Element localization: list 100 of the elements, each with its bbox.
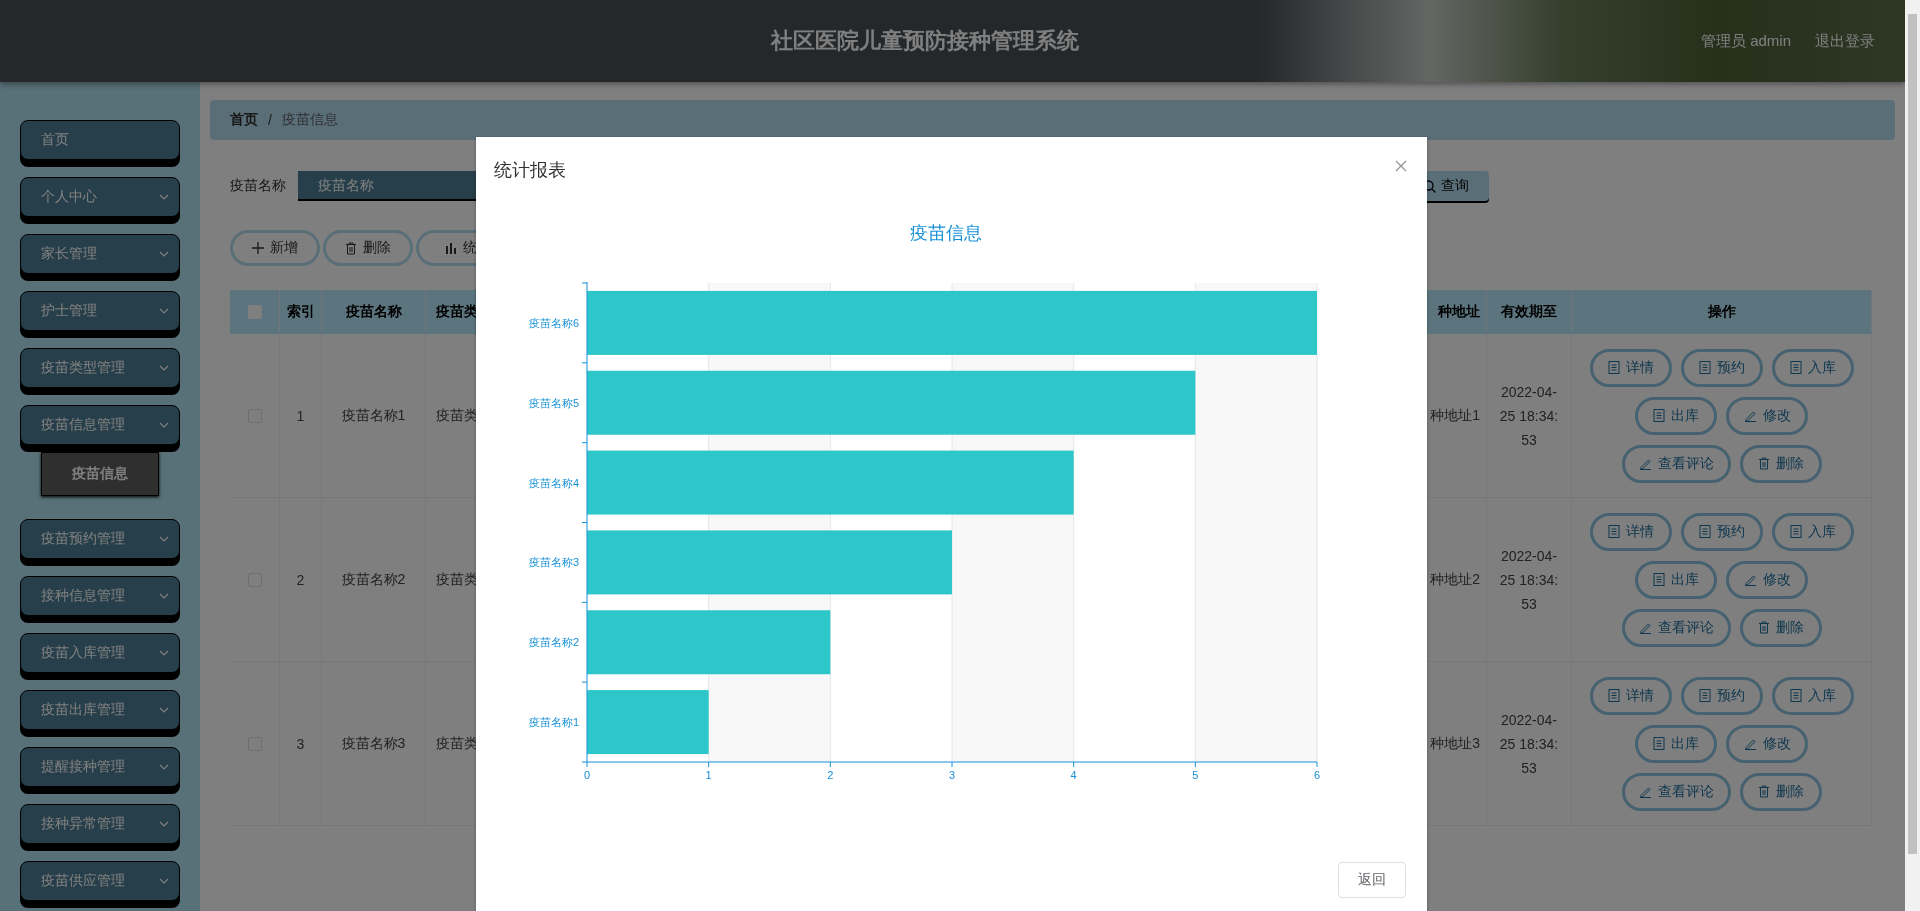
toolbar-button[interactable]: 新增 (230, 230, 320, 266)
back-button[interactable]: 返回 (1338, 862, 1406, 898)
pencil-icon (1743, 737, 1757, 750)
dialog-title: 统计报表 (494, 159, 566, 182)
pencil-icon (1743, 573, 1757, 586)
action-button[interactable]: 查看评论 (1621, 444, 1731, 483)
action-button[interactable]: 预约 (1680, 676, 1763, 715)
axis-label: 2 (827, 769, 834, 781)
chevron-down-icon (159, 878, 169, 884)
document-icon (1789, 689, 1802, 702)
chevron-down-icon (159, 707, 169, 713)
close-icon[interactable] (1395, 160, 1407, 172)
axis-label: 5 (1192, 769, 1199, 781)
action-button[interactable]: 出库 (1635, 560, 1717, 599)
axis-label: 疫苗名称4 (528, 476, 579, 489)
chart-title: 疫苗信息 (910, 223, 982, 243)
document-icon (1698, 689, 1711, 702)
header-checkbox[interactable] (247, 305, 262, 319)
axis-label: 疫苗名称2 (528, 636, 579, 649)
axis-label: 1 (705, 769, 712, 781)
scrollbar-thumb[interactable] (1908, 14, 1917, 854)
document-icon (1698, 525, 1711, 538)
action-button[interactable]: 修改 (1726, 560, 1808, 599)
trash-icon (1757, 785, 1770, 798)
chevron-down-icon (159, 422, 169, 428)
action-button[interactable]: 详情 (1589, 512, 1672, 551)
chevron-down-icon (159, 194, 169, 200)
table-cell: 2 (280, 498, 322, 662)
document-icon (1607, 361, 1620, 374)
action-button[interactable]: 出库 (1635, 396, 1717, 435)
column-header: 操作 (1572, 290, 1872, 334)
scrollbar[interactable] (1905, 0, 1920, 911)
action-button[interactable]: 修改 (1726, 724, 1808, 763)
pencil-icon (1638, 457, 1652, 470)
action-button[interactable]: 删除 (1739, 772, 1822, 811)
axis-label: 3 (948, 769, 956, 781)
action-button[interactable]: 入库 (1771, 348, 1854, 387)
document-icon (1607, 689, 1620, 702)
logout-link[interactable]: 退出登录 (1815, 31, 1875, 51)
action-button[interactable]: 删除 (1739, 444, 1822, 483)
action-button[interactable]: 修改 (1726, 396, 1808, 435)
document-icon (1653, 573, 1665, 586)
document-icon (1653, 409, 1665, 422)
action-button[interactable]: 查看评论 (1621, 608, 1731, 647)
chevron-down-icon (159, 251, 169, 257)
table-cell: 1 (280, 334, 322, 498)
chevron-down-icon (159, 536, 169, 542)
document-icon (1698, 361, 1711, 374)
axis-label: 0 (583, 769, 591, 781)
trash-icon (1757, 621, 1770, 634)
table-cell-text: 2022-04-25 18:34:53 (1499, 382, 1559, 450)
axis-label: 6 (1313, 769, 1321, 781)
action-button[interactable]: 入库 (1771, 676, 1854, 715)
breadcrumb-item: 疫苗信息 (281, 111, 338, 129)
document-icon (1789, 525, 1802, 538)
table-cell: 疫苗名称1 (322, 334, 426, 498)
chevron-down-icon (159, 308, 169, 314)
axis-label: 疫苗名称6 (528, 316, 579, 329)
toolbar-button[interactable]: 删除 (323, 230, 413, 266)
table-cell: 疫苗名称3 (322, 662, 426, 826)
action-button[interactable]: 查看评论 (1621, 772, 1731, 811)
chevron-down-icon (159, 821, 169, 827)
document-icon (1789, 361, 1802, 374)
action-button[interactable]: 删除 (1739, 608, 1822, 647)
axis-label: 疫苗名称3 (528, 556, 579, 569)
trash-icon (345, 241, 357, 255)
column-header: 疫苗名称 (322, 290, 426, 334)
axis-label: 疫苗名称1 (528, 716, 579, 729)
user-label: 管理员 admin (1700, 31, 1791, 51)
document-icon (1607, 525, 1620, 538)
chevron-down-icon (159, 764, 169, 770)
axis-label: 4 (1070, 769, 1077, 781)
bar-chart-icon (445, 242, 457, 254)
table-cell: 疫苗名称2 (322, 498, 426, 662)
table-cell-text: 2022-04-25 18:34:53 (1499, 546, 1559, 614)
app-title: 社区医院儿童预防接种管理系统 (769, 27, 1081, 55)
axis-label: 疫苗名称5 (528, 396, 579, 409)
breadcrumb-item[interactable]: 首页 (230, 111, 258, 129)
document-icon (1653, 737, 1665, 750)
chevron-down-icon (159, 365, 169, 371)
plus-icon (252, 242, 264, 254)
action-button[interactable]: 出库 (1635, 724, 1717, 763)
table-cell-text: 2022-04-25 18:34:53 (1499, 710, 1559, 778)
search-label: 疫苗名称 (230, 177, 287, 195)
pencil-icon (1638, 785, 1652, 798)
action-button[interactable]: 预约 (1680, 512, 1763, 551)
sidebar-subitem[interactable]: 疫苗信息 (41, 452, 159, 496)
action-button[interactable]: 详情 (1589, 348, 1672, 387)
breadcrumb-separator: / (268, 112, 272, 128)
action-button[interactable]: 入库 (1771, 512, 1854, 551)
pencil-icon (1638, 621, 1652, 634)
column-header: 索引 (280, 290, 322, 334)
chevron-down-icon (159, 593, 169, 599)
pencil-icon (1743, 409, 1757, 422)
action-button[interactable]: 预约 (1680, 348, 1763, 387)
chevron-down-icon (159, 650, 169, 656)
table-cell: 3 (280, 662, 322, 826)
column-header: 有效期至 (1487, 290, 1572, 334)
action-button[interactable]: 详情 (1589, 676, 1672, 715)
trash-icon (1757, 457, 1770, 470)
